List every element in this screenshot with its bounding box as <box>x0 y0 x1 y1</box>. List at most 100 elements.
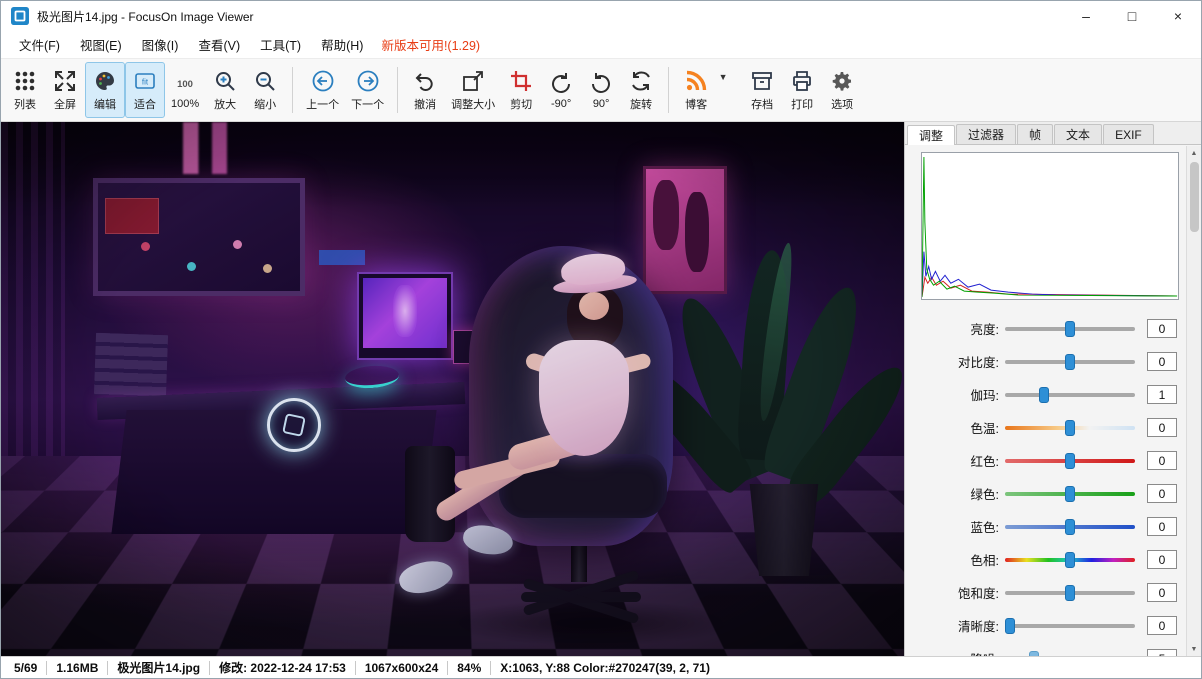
slider-label: 饱和度: <box>905 583 1005 602</box>
chevron-down-icon: ▼ <box>719 72 728 82</box>
slider-thumb[interactable] <box>1065 321 1075 337</box>
slider-thumb[interactable] <box>1065 486 1075 502</box>
toolbar-label: 博客 <box>685 96 707 112</box>
toolbar-rotate-button[interactable]: 旋转 <box>621 62 661 118</box>
toolbar-label: 下一个 <box>351 96 384 112</box>
scroll-up-icon[interactable]: ▲ <box>1187 146 1201 160</box>
palette-icon <box>92 68 118 94</box>
adjust-panel: 调整 过滤器 帧 文本 EXIF 亮度: 0 <box>904 122 1201 656</box>
temperature-value[interactable]: 0 <box>1147 418 1177 437</box>
sharpness-value[interactable]: 0 <box>1147 616 1177 635</box>
blue-slider[interactable] <box>1005 518 1135 536</box>
tab-filters[interactable]: 过滤器 <box>956 124 1016 144</box>
temperature-slider[interactable] <box>1005 419 1135 437</box>
toolbar-list-button[interactable]: 列表 <box>5 62 45 118</box>
status-cursor-color: X:1063, Y:88 Color:#270247(39, 2, 71) <box>491 661 719 675</box>
slider-thumb[interactable] <box>1065 354 1075 370</box>
slider-track <box>1005 624 1135 628</box>
close-button[interactable]: × <box>1155 1 1201 31</box>
window-controls: – □ × <box>1063 1 1201 31</box>
brightness-slider[interactable] <box>1005 320 1135 338</box>
toolbar-print-button[interactable]: 打印 <box>782 62 822 118</box>
toolbar-zoom-100-button[interactable]: 100 100% <box>165 62 205 118</box>
blue-value[interactable]: 0 <box>1147 517 1177 536</box>
panel-scrollbar[interactable]: ▲ ▼ <box>1186 146 1201 656</box>
scrollbar-thumb[interactable] <box>1190 162 1199 232</box>
toolbar-zoom-out-button[interactable]: 缩小 <box>245 62 285 118</box>
blog-dropdown-button[interactable]: ▼ <box>716 62 730 118</box>
contrast-slider[interactable] <box>1005 353 1135 371</box>
toolbar-fullscreen-button[interactable]: 全屏 <box>45 62 85 118</box>
slider-thumb[interactable] <box>1005 618 1015 634</box>
slider-thumb[interactable] <box>1065 552 1075 568</box>
rotate-cw-icon <box>588 70 614 96</box>
svg-text:100: 100 <box>177 79 193 90</box>
slider-row-red: 红色: 0 <box>905 444 1201 477</box>
slider-thumb[interactable] <box>1065 453 1075 469</box>
toolbar-archive-button[interactable]: 存档 <box>742 62 782 118</box>
slider-row-saturation: 饱和度: 0 <box>905 576 1201 609</box>
denoise-value[interactable]: 5 <box>1147 649 1177 656</box>
slider-track <box>1005 393 1135 397</box>
minimize-button[interactable]: – <box>1063 1 1109 31</box>
toolbar-undo-button[interactable]: 撤消 <box>405 62 445 118</box>
svg-text:fit: fit <box>142 78 149 87</box>
slider-label: 绿色: <box>905 484 1005 503</box>
tab-exif[interactable]: EXIF <box>1103 124 1154 144</box>
toolbar-blog-button[interactable]: 博客 <box>676 62 716 118</box>
gamma-slider[interactable] <box>1005 386 1135 404</box>
toolbar-label: 选项 <box>831 96 853 112</box>
window-title: 极光图片14.jpg - FocusOn Image Viewer <box>37 8 254 25</box>
toolbar-label: 适合 <box>134 96 156 112</box>
green-slider[interactable] <box>1005 485 1135 503</box>
contrast-value[interactable]: 0 <box>1147 352 1177 371</box>
slider-thumb[interactable] <box>1065 519 1075 535</box>
toolbar-resize-button[interactable]: 调整大小 <box>445 62 501 118</box>
image-canvas[interactable] <box>1 122 904 656</box>
slider-thumb[interactable] <box>1029 651 1039 657</box>
toolbar-fit-button[interactable]: fit 适合 <box>125 62 165 118</box>
histogram <box>921 152 1179 300</box>
tab-adjust[interactable]: 调整 <box>907 125 955 145</box>
menu-look[interactable]: 查看(V) <box>188 35 250 54</box>
update-notice-link[interactable]: 新版本可用!(1.29) <box>373 35 488 54</box>
slider-row-temperature: 色温: 0 <box>905 411 1201 444</box>
saturation-slider[interactable] <box>1005 584 1135 602</box>
toolbar-label: 放大 <box>214 96 236 112</box>
maximize-button[interactable]: □ <box>1109 1 1155 31</box>
hue-slider[interactable] <box>1005 551 1135 569</box>
toolbar-label: 旋转 <box>630 96 652 112</box>
gamma-value[interactable]: 1 <box>1147 385 1177 404</box>
toolbar-edit-button[interactable]: 编辑 <box>85 62 125 118</box>
red-value[interactable]: 0 <box>1147 451 1177 470</box>
toolbar-separator <box>397 67 398 113</box>
toolbar-label: 100% <box>171 98 199 110</box>
red-slider[interactable] <box>1005 452 1135 470</box>
tab-frame[interactable]: 帧 <box>1017 124 1053 144</box>
toolbar-label: -90° <box>551 98 571 110</box>
denoise-slider[interactable] <box>1005 650 1135 657</box>
menu-help[interactable]: 帮助(H) <box>311 35 373 54</box>
scroll-down-icon[interactable]: ▼ <box>1187 642 1201 656</box>
slider-thumb[interactable] <box>1065 585 1075 601</box>
sharpness-slider[interactable] <box>1005 617 1135 635</box>
hue-value[interactable]: 0 <box>1147 550 1177 569</box>
toolbar-zoom-in-button[interactable]: 放大 <box>205 62 245 118</box>
brightness-value[interactable]: 0 <box>1147 319 1177 338</box>
menu-image[interactable]: 图像(I) <box>132 35 189 54</box>
toolbar-rotate-cw-button[interactable]: 90° <box>581 62 621 118</box>
status-file-name: 极光图片14.jpg <box>108 659 209 676</box>
toolbar-crop-button[interactable]: 剪切 <box>501 62 541 118</box>
toolbar-next-button[interactable]: 下一个 <box>345 62 390 118</box>
saturation-value[interactable]: 0 <box>1147 583 1177 602</box>
menu-tools[interactable]: 工具(T) <box>250 35 311 54</box>
green-value[interactable]: 0 <box>1147 484 1177 503</box>
slider-thumb[interactable] <box>1065 420 1075 436</box>
menu-view[interactable]: 视图(E) <box>70 35 132 54</box>
toolbar-rotate-ccw-button[interactable]: -90° <box>541 62 581 118</box>
tab-text[interactable]: 文本 <box>1054 124 1102 144</box>
toolbar-previous-button[interactable]: 上一个 <box>300 62 345 118</box>
toolbar-options-button[interactable]: 选项 <box>822 62 862 118</box>
menu-file[interactable]: 文件(F) <box>9 35 70 54</box>
slider-thumb[interactable] <box>1039 387 1049 403</box>
